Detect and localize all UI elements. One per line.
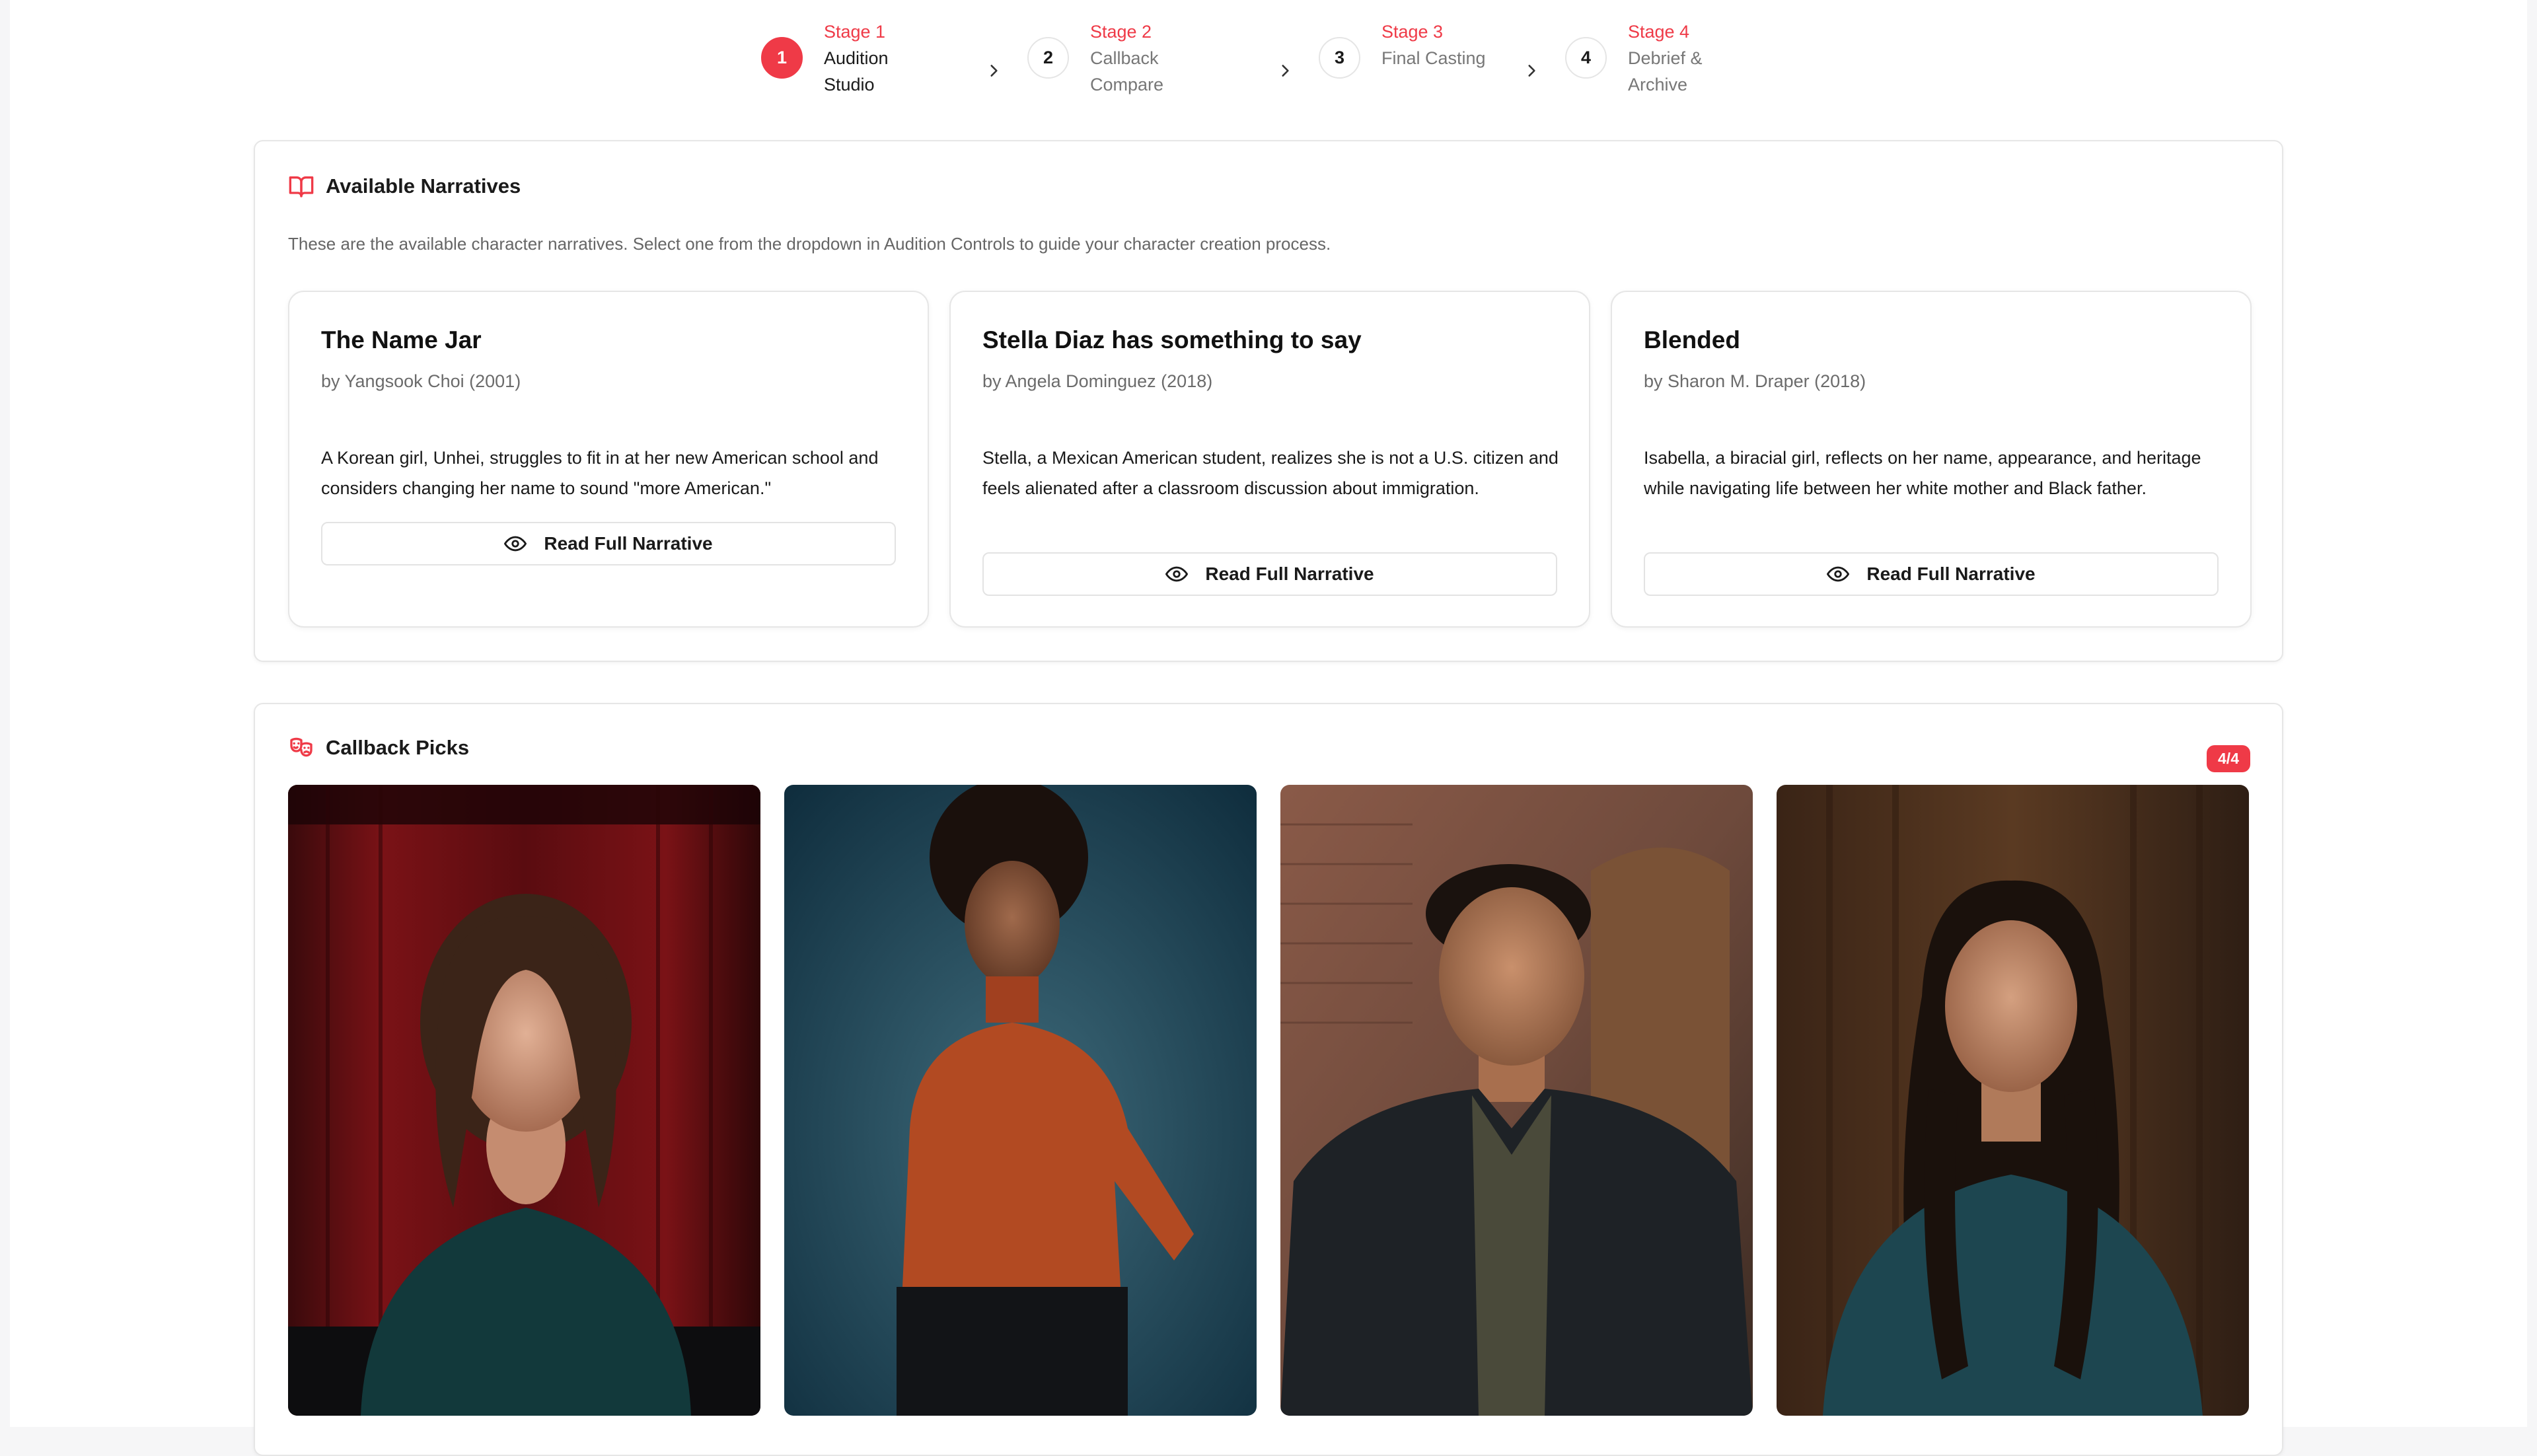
read-full-narrative-button[interactable]: Read Full Narrative xyxy=(1644,552,2219,596)
step-stage-label: Stage 3 xyxy=(1381,22,1444,42)
narrative-card: The Name Jar by Yangsook Choi (2001) A K… xyxy=(288,291,929,628)
chevron-right-icon xyxy=(1523,62,1540,79)
step-name: Debrief & Archive xyxy=(1628,48,1703,94)
callback-count-badge: 4/4 xyxy=(2207,745,2250,772)
panel-description: These are the available character narrat… xyxy=(288,234,1331,254)
read-full-narrative-button[interactable]: Read Full Narrative xyxy=(321,522,896,565)
panel-title: Callback Picks xyxy=(326,736,470,759)
step-stage-label: Stage 2 xyxy=(1090,22,1152,42)
step-name: Final Casting xyxy=(1381,48,1486,68)
narrative-author: by Yangsook Choi (2001) xyxy=(321,371,521,391)
read-button-label: Read Full Narrative xyxy=(544,533,713,554)
step-number: 2 xyxy=(1027,37,1069,79)
step-stage-label: Stage 4 xyxy=(1628,22,1690,42)
step-number: 4 xyxy=(1565,37,1607,79)
chevron-right-icon xyxy=(1276,62,1294,79)
narrative-title: The Name Jar xyxy=(321,326,482,353)
chevron-right-icon xyxy=(985,62,1002,79)
narrative-card: Blended by Sharon M. Draper (2018) Isabe… xyxy=(1611,291,2252,628)
step-number: 3 xyxy=(1319,37,1360,79)
step-name: Callback Compare xyxy=(1090,48,1164,94)
book-open-icon xyxy=(288,173,314,200)
theater-masks-icon xyxy=(288,735,314,761)
step-number: 1 xyxy=(761,37,803,79)
step-name: Audition Studio xyxy=(824,48,889,94)
callback-photo-4[interactable] xyxy=(1777,785,2249,1416)
narrative-title: Stella Diaz has something to say xyxy=(982,326,1362,353)
narrative-summary: A Korean girl, Unhei, struggles to fit i… xyxy=(321,448,879,498)
step-stage-3[interactable]: 3 Stage 3 Final Casting xyxy=(1319,18,1500,79)
narrative-card: Stella Diaz has something to say by Ange… xyxy=(949,291,1590,628)
panel-title: Available Narratives xyxy=(326,174,521,198)
callback-photo-1[interactable] xyxy=(288,785,760,1416)
read-button-label: Read Full Narrative xyxy=(1866,564,2036,584)
stage-stepper: 1 Stage 1 Audition Studio 2 Stage 2 Call… xyxy=(10,18,2527,104)
read-full-narrative-button[interactable]: Read Full Narrative xyxy=(982,552,1557,596)
page: 1 Stage 1 Audition Studio 2 Stage 2 Call… xyxy=(10,0,2527,1456)
eye-icon xyxy=(1165,566,1189,582)
narrative-summary: Isabella, a biracial girl, reflects on h… xyxy=(1644,448,2201,498)
narrative-title: Blended xyxy=(1644,326,1740,353)
narrative-author: by Sharon M. Draper (2018) xyxy=(1644,371,1866,391)
callback-picks-panel: Callback Picks 4/4 xyxy=(254,703,2283,1456)
callback-photo-3[interactable] xyxy=(1280,785,1753,1416)
read-button-label: Read Full Narrative xyxy=(1205,564,1374,584)
callback-photo-2[interactable] xyxy=(784,785,1257,1416)
step-stage-label: Stage 1 xyxy=(824,22,886,42)
narrative-author: by Angela Dominguez (2018) xyxy=(982,371,1213,391)
eye-icon xyxy=(504,536,527,552)
narratives-panel: Available Narratives These are the avail… xyxy=(254,140,2283,662)
step-stage-2[interactable]: 2 Stage 2 Callback Compare xyxy=(1027,18,1209,98)
step-stage-1[interactable]: 1 Stage 1 Audition Studio xyxy=(761,18,943,98)
step-stage-4[interactable]: 4 Stage 4 Debrief & Archive xyxy=(1565,18,1747,98)
narrative-summary: Stella, a Mexican American student, real… xyxy=(982,448,1559,498)
eye-icon xyxy=(1827,566,1850,582)
